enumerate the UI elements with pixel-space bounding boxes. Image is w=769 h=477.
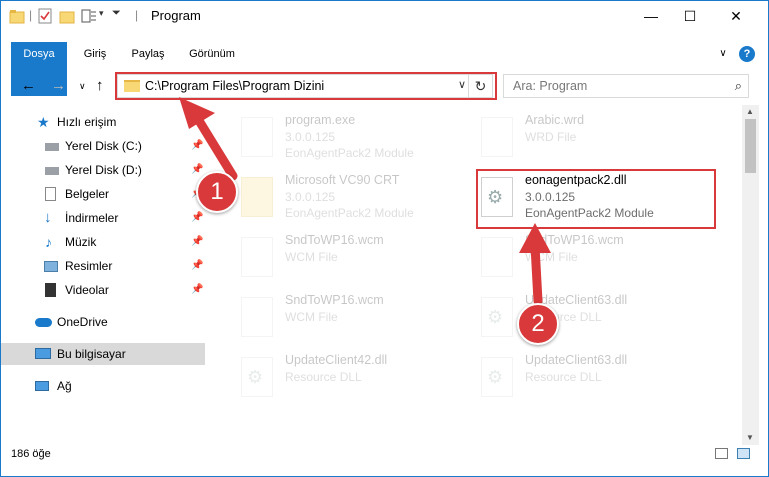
file-tile[interactable]: program.exe 3.0.0.125 EonAgentPack2 Modu… bbox=[227, 109, 457, 163]
details-view-icon[interactable] bbox=[715, 448, 728, 459]
file-icon bbox=[481, 117, 513, 157]
network-icon bbox=[35, 381, 49, 391]
scroll-down-icon[interactable]: ▼ bbox=[746, 433, 754, 442]
cloud-icon bbox=[35, 318, 52, 327]
nav-item-documents[interactable]: Belgeler 📌 bbox=[1, 183, 205, 205]
pin-icon: 📌 bbox=[191, 212, 204, 223]
window-title: Program bbox=[151, 8, 201, 23]
pictures-icon bbox=[44, 261, 58, 272]
music-icon: ♪ bbox=[45, 234, 52, 250]
forward-icon[interactable]: → bbox=[51, 77, 66, 94]
drive-icon bbox=[45, 143, 59, 151]
ribbon-tabs: Dosya Giriş Paylaş Görünüm ∨ ? bbox=[1, 42, 768, 96]
pin-icon: 📌 bbox=[191, 236, 204, 247]
file-tile[interactable]: SndToWP16.wcm WCM File bbox=[227, 289, 457, 343]
documents-icon bbox=[45, 187, 56, 201]
new-folder-icon[interactable] bbox=[59, 8, 75, 24]
pin-icon: 📌 bbox=[191, 284, 204, 295]
help-icon[interactable]: ? bbox=[739, 46, 755, 62]
file-highlight bbox=[476, 169, 716, 229]
status-bar: 186 öğe bbox=[1, 445, 768, 465]
pin-icon: 📌 bbox=[191, 140, 204, 151]
nav-item-downloads[interactable]: ↓ İndirmeler 📌 bbox=[1, 207, 205, 229]
file-tile[interactable]: ⚙ UpdateClient42.dll Resource DLL bbox=[227, 349, 457, 403]
folder-icon bbox=[9, 10, 25, 24]
star-icon: ★ bbox=[37, 114, 50, 130]
recent-dropdown-icon[interactable]: ∨ bbox=[79, 81, 86, 92]
item-count: 186 öğe bbox=[11, 448, 51, 460]
nav-item-quick-access[interactable]: ★ Hızlı erişim bbox=[1, 111, 205, 133]
gear-icon: ⚙ bbox=[487, 367, 504, 387]
nav-item-network[interactable]: Ağ bbox=[1, 375, 205, 397]
search-box[interactable]: Ara: Program ⌕ bbox=[503, 74, 749, 98]
file-icon bbox=[241, 237, 273, 277]
nav-item-drive-c[interactable]: Yerel Disk (C:) 📌 bbox=[1, 135, 205, 157]
file-tile[interactable]: Arabic.wrd WRD File bbox=[467, 109, 697, 163]
address-highlight bbox=[115, 72, 497, 100]
file-list: program.exe 3.0.0.125 EonAgentPack2 Modu… bbox=[217, 105, 741, 445]
file-tile[interactable]: ⚙ UpdateClient63.dll Resource DLL bbox=[467, 349, 697, 403]
file-tile[interactable]: Microsoft VC90 CRT 3.0.0.125 EonAgentPac… bbox=[227, 169, 457, 223]
search-placeholder: Ara: Program bbox=[513, 79, 588, 93]
video-icon bbox=[45, 283, 56, 297]
separator: | bbox=[29, 8, 33, 22]
explorer-window: | ▾ ⏷ | Program — ☐ ✕ Dosya Giriş Paylaş… bbox=[0, 0, 769, 477]
nav-item-music[interactable]: ♪ Müzik 📌 bbox=[1, 231, 205, 253]
pin-icon: 📌 bbox=[191, 260, 204, 271]
back-icon[interactable]: ← bbox=[21, 77, 36, 94]
file-tile[interactable]: SndToWP16.wcm WCM File bbox=[467, 229, 697, 283]
title-bar: | ▾ ⏷ | Program — ☐ ✕ bbox=[1, 1, 768, 31]
scroll-thumb[interactable] bbox=[745, 119, 756, 173]
computer-icon bbox=[35, 348, 51, 359]
tiles-view-icon[interactable] bbox=[737, 448, 750, 459]
nav-item-pictures[interactable]: Resimler 📌 bbox=[1, 255, 205, 277]
exe-file-icon bbox=[241, 117, 273, 157]
file-icon bbox=[241, 297, 273, 337]
separator: | bbox=[135, 8, 139, 22]
step-badge-1: 1 bbox=[196, 171, 238, 213]
close-button[interactable]: ✕ bbox=[713, 1, 759, 31]
tab-home[interactable]: Giriş bbox=[73, 42, 117, 66]
tab-view[interactable]: Görünüm bbox=[181, 42, 243, 66]
step-badge-2: 2 bbox=[517, 303, 559, 345]
file-icon bbox=[481, 237, 513, 277]
folder-icon bbox=[241, 177, 273, 217]
maximize-button[interactable]: ☐ bbox=[667, 1, 713, 31]
file-tile[interactable]: SndToWP16.wcm WCM File bbox=[227, 229, 457, 283]
nav-item-videos[interactable]: Videolar 📌 bbox=[1, 279, 205, 301]
nav-item-onedrive[interactable]: OneDrive bbox=[1, 311, 205, 333]
drive-icon bbox=[45, 167, 59, 175]
properties-icon[interactable] bbox=[37, 8, 53, 24]
gear-icon: ⚙ bbox=[487, 307, 504, 327]
chevron-down-icon[interactable]: ▾ bbox=[99, 8, 104, 24]
file-tile[interactable]: ⚙ UpdateClient63.dll Resource DLL bbox=[467, 289, 697, 343]
nav-item-drive-d[interactable]: Yerel Disk (D:) 📌 bbox=[1, 159, 205, 181]
nav-item-this-pc[interactable]: Bu bilgisayar bbox=[1, 343, 205, 365]
gear-icon: ⚙ bbox=[247, 367, 264, 387]
customize-toolbar-icon[interactable]: ⏷ bbox=[112, 7, 121, 23]
download-icon: ↓ bbox=[44, 209, 52, 226]
tab-share[interactable]: Paylaş bbox=[123, 42, 173, 66]
navigation-pane: ★ Hızlı erişim Yerel Disk (C:) 📌 Yerel D… bbox=[1, 105, 207, 445]
up-icon[interactable]: ↑ bbox=[96, 77, 104, 94]
ribbon-expand-icon[interactable]: ∨ bbox=[715, 42, 731, 66]
scroll-up-icon[interactable]: ▲ bbox=[746, 107, 754, 116]
rename-icon[interactable] bbox=[81, 8, 97, 24]
search-icon[interactable]: ⌕ bbox=[735, 78, 742, 94]
vertical-scrollbar[interactable]: ▲ ▼ bbox=[742, 105, 759, 445]
